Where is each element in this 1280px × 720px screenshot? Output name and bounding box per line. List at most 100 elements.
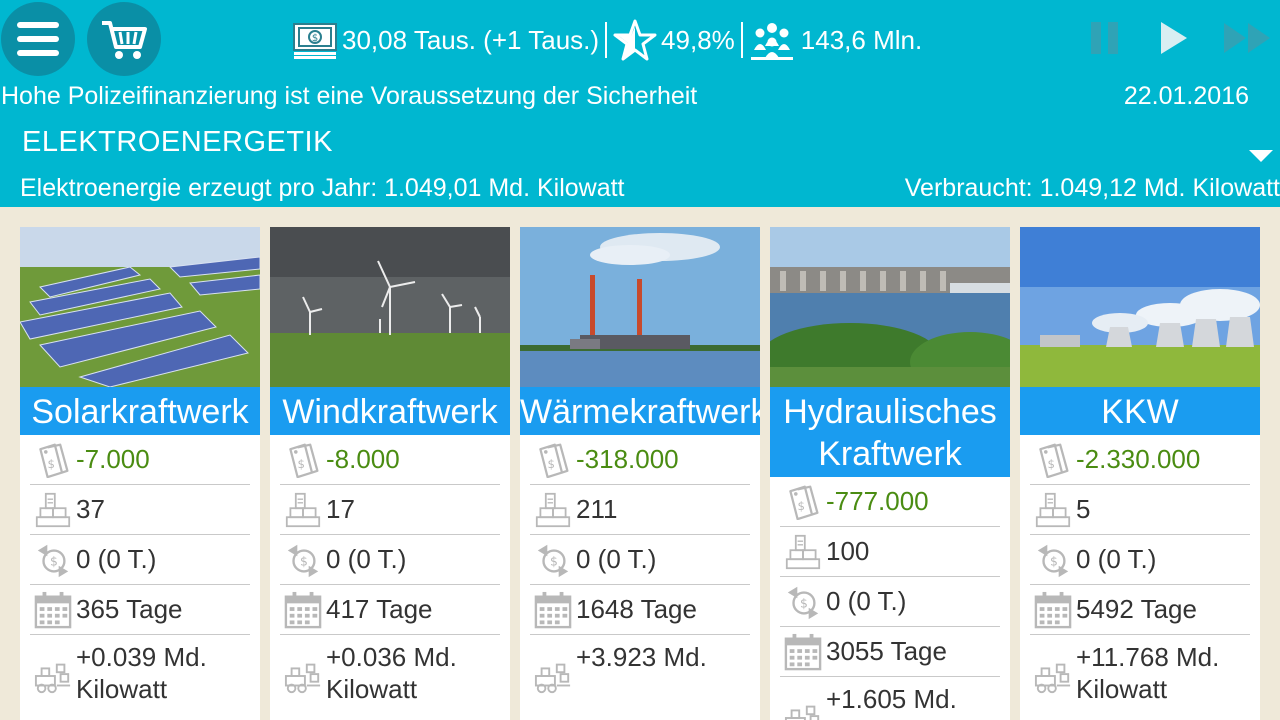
income-value: 0 (0 T.)	[576, 544, 657, 574]
top-bar: $ 30,08 Taus. (+1 Taus.) 49,8% 143,6 Mln…	[0, 0, 1280, 207]
energy-consumed: Verbraucht: 1.049,12 Md. Kilowatt	[904, 174, 1280, 202]
cost-value: -318.000	[576, 444, 679, 474]
count-row: 37	[30, 485, 250, 535]
price-tag-icon	[785, 484, 821, 520]
energy-cart-icon	[784, 699, 822, 720]
calendar-icon	[784, 633, 822, 671]
money-cycle-icon	[1034, 541, 1072, 579]
cost-row: -318.000	[530, 435, 750, 485]
count-value: 100	[826, 536, 870, 566]
income-value: 0 (0 T.)	[1076, 544, 1157, 574]
play-icon[interactable]	[1158, 18, 1190, 58]
plant-title: KKW	[1020, 387, 1260, 435]
calendar-icon	[534, 591, 572, 629]
plant-title: Hydraulisches Kraftwerk	[770, 387, 1010, 477]
status-stats: $ 30,08 Taus. (+1 Taus.) 49,8% 143,6 Mln…	[292, 14, 922, 66]
price-tag-icon	[1035, 442, 1071, 478]
cost-value: -777.000	[826, 486, 929, 516]
cost-value: -7.000	[76, 444, 150, 474]
energy-value: +0.036 Md. Kilowatt	[326, 642, 457, 704]
plant-card-solar[interactable]: Solarkraftwerk -7.000 37 0 (0 T.) 365 Ta…	[20, 227, 260, 720]
money-stat: $ 30,08 Taus. (+1 Taus.)	[292, 20, 599, 60]
energy-row: +3.923 Md.	[530, 635, 750, 705]
nuclear-plant-image	[1020, 227, 1260, 387]
income-row: 0 (0 T.)	[280, 535, 500, 585]
energy-value: +1.605 Md.	[826, 684, 957, 714]
solar-plant-image	[20, 227, 260, 387]
count-row: 211	[530, 485, 750, 535]
cost-row: -7.000	[30, 435, 250, 485]
money-cycle-icon	[534, 541, 572, 579]
price-tag-icon	[285, 442, 321, 478]
cost-value: -8.000	[326, 444, 400, 474]
cost-value: -2.330.000	[1076, 444, 1201, 474]
stack-icon	[285, 492, 321, 528]
income-row: 0 (0 T.)	[530, 535, 750, 585]
calendar-icon	[1034, 591, 1072, 629]
money-cycle-icon	[284, 541, 322, 579]
energy-cart-icon	[34, 657, 72, 695]
count-row: 5	[1030, 485, 1250, 535]
hydro-plant-image	[770, 227, 1010, 387]
duration-row: 5492 Tage	[1030, 585, 1250, 635]
money-icon: $	[293, 23, 337, 59]
energy-row: +0.036 Md. Kilowatt	[280, 635, 500, 705]
plant-card-thermal[interactable]: Wärmekraftwerk -318.000 211 0 (0 T.) 164…	[520, 227, 760, 720]
count-value: 5	[1076, 494, 1091, 524]
duration-value: 1648 Tage	[576, 594, 697, 624]
energy-cart-icon	[534, 657, 572, 695]
energy-cart-icon	[284, 657, 322, 695]
shop-button[interactable]	[87, 2, 161, 76]
plant-card-hydro[interactable]: Hydraulisches Kraftwerk -777.000 100 0 (…	[770, 227, 1010, 720]
money-cycle-icon	[34, 541, 72, 579]
energy-value: +3.923 Md.	[576, 642, 707, 672]
rating-stat: 49,8%	[613, 19, 735, 61]
count-row: 17	[280, 485, 500, 535]
duration-value: 5492 Tage	[1076, 594, 1197, 624]
price-tag-icon	[35, 442, 71, 478]
star-icon	[613, 19, 657, 61]
duration-value: 365 Tage	[76, 594, 183, 624]
calendar-icon	[284, 591, 322, 629]
plant-title: Wärmekraftwerk	[520, 387, 760, 435]
population-stat: 143,6 Mln.	[749, 20, 922, 60]
duration-row: 417 Tage	[280, 585, 500, 635]
energy-value: +11.768 Md. Kilowatt	[1076, 642, 1220, 704]
stack-icon	[535, 492, 571, 528]
fast-forward-icon[interactable]	[1222, 18, 1274, 58]
svg-text:$: $	[312, 33, 318, 44]
duration-row: 3055 Tage	[780, 627, 1000, 677]
stack-icon	[35, 492, 71, 528]
duration-row: 1648 Tage	[530, 585, 750, 635]
duration-value: 417 Tage	[326, 594, 433, 624]
plant-card-wind[interactable]: Windkraftwerk -8.000 17 0 (0 T.) 417 Tag…	[270, 227, 510, 720]
pause-icon[interactable]	[1089, 18, 1121, 58]
count-value: 17	[326, 494, 355, 524]
calendar-icon	[34, 591, 72, 629]
income-value: 0 (0 T.)	[326, 544, 407, 574]
count-value: 37	[76, 494, 105, 524]
energy-value: +0.039 Md. Kilowatt	[76, 642, 207, 704]
plant-card-nuclear[interactable]: KKW -2.330.000 5 0 (0 T.) 5492 Tage +11.…	[1020, 227, 1260, 720]
menu-button[interactable]	[1, 2, 75, 76]
wind-plant-image	[270, 227, 510, 387]
energy-row: +11.768 Md. Kilowatt	[1030, 635, 1250, 705]
income-row: 0 (0 T.)	[780, 577, 1000, 627]
expand-arrow-icon[interactable]	[1249, 150, 1273, 162]
energy-cart-icon	[1034, 657, 1072, 695]
separator	[740, 22, 743, 58]
energy-row: +1.605 Md.	[780, 677, 1000, 720]
population-value: 143,6 Mln.	[800, 24, 923, 55]
plant-title: Solarkraftwerk	[20, 387, 260, 435]
energy-produced: Elektroenergie erzeugt pro Jahr: 1.049,0…	[20, 174, 625, 202]
hamburger-icon	[17, 22, 59, 56]
plant-title: Windkraftwerk	[270, 387, 510, 435]
cost-row: -2.330.000	[1030, 435, 1250, 485]
income-value: 0 (0 T.)	[826, 586, 907, 616]
stack-icon	[1035, 492, 1071, 528]
count-row: 100	[780, 527, 1000, 577]
income-row: 0 (0 T.)	[30, 535, 250, 585]
energy-row: +0.039 Md. Kilowatt	[30, 635, 250, 705]
duration-row: 365 Tage	[30, 585, 250, 635]
separator	[605, 22, 608, 58]
